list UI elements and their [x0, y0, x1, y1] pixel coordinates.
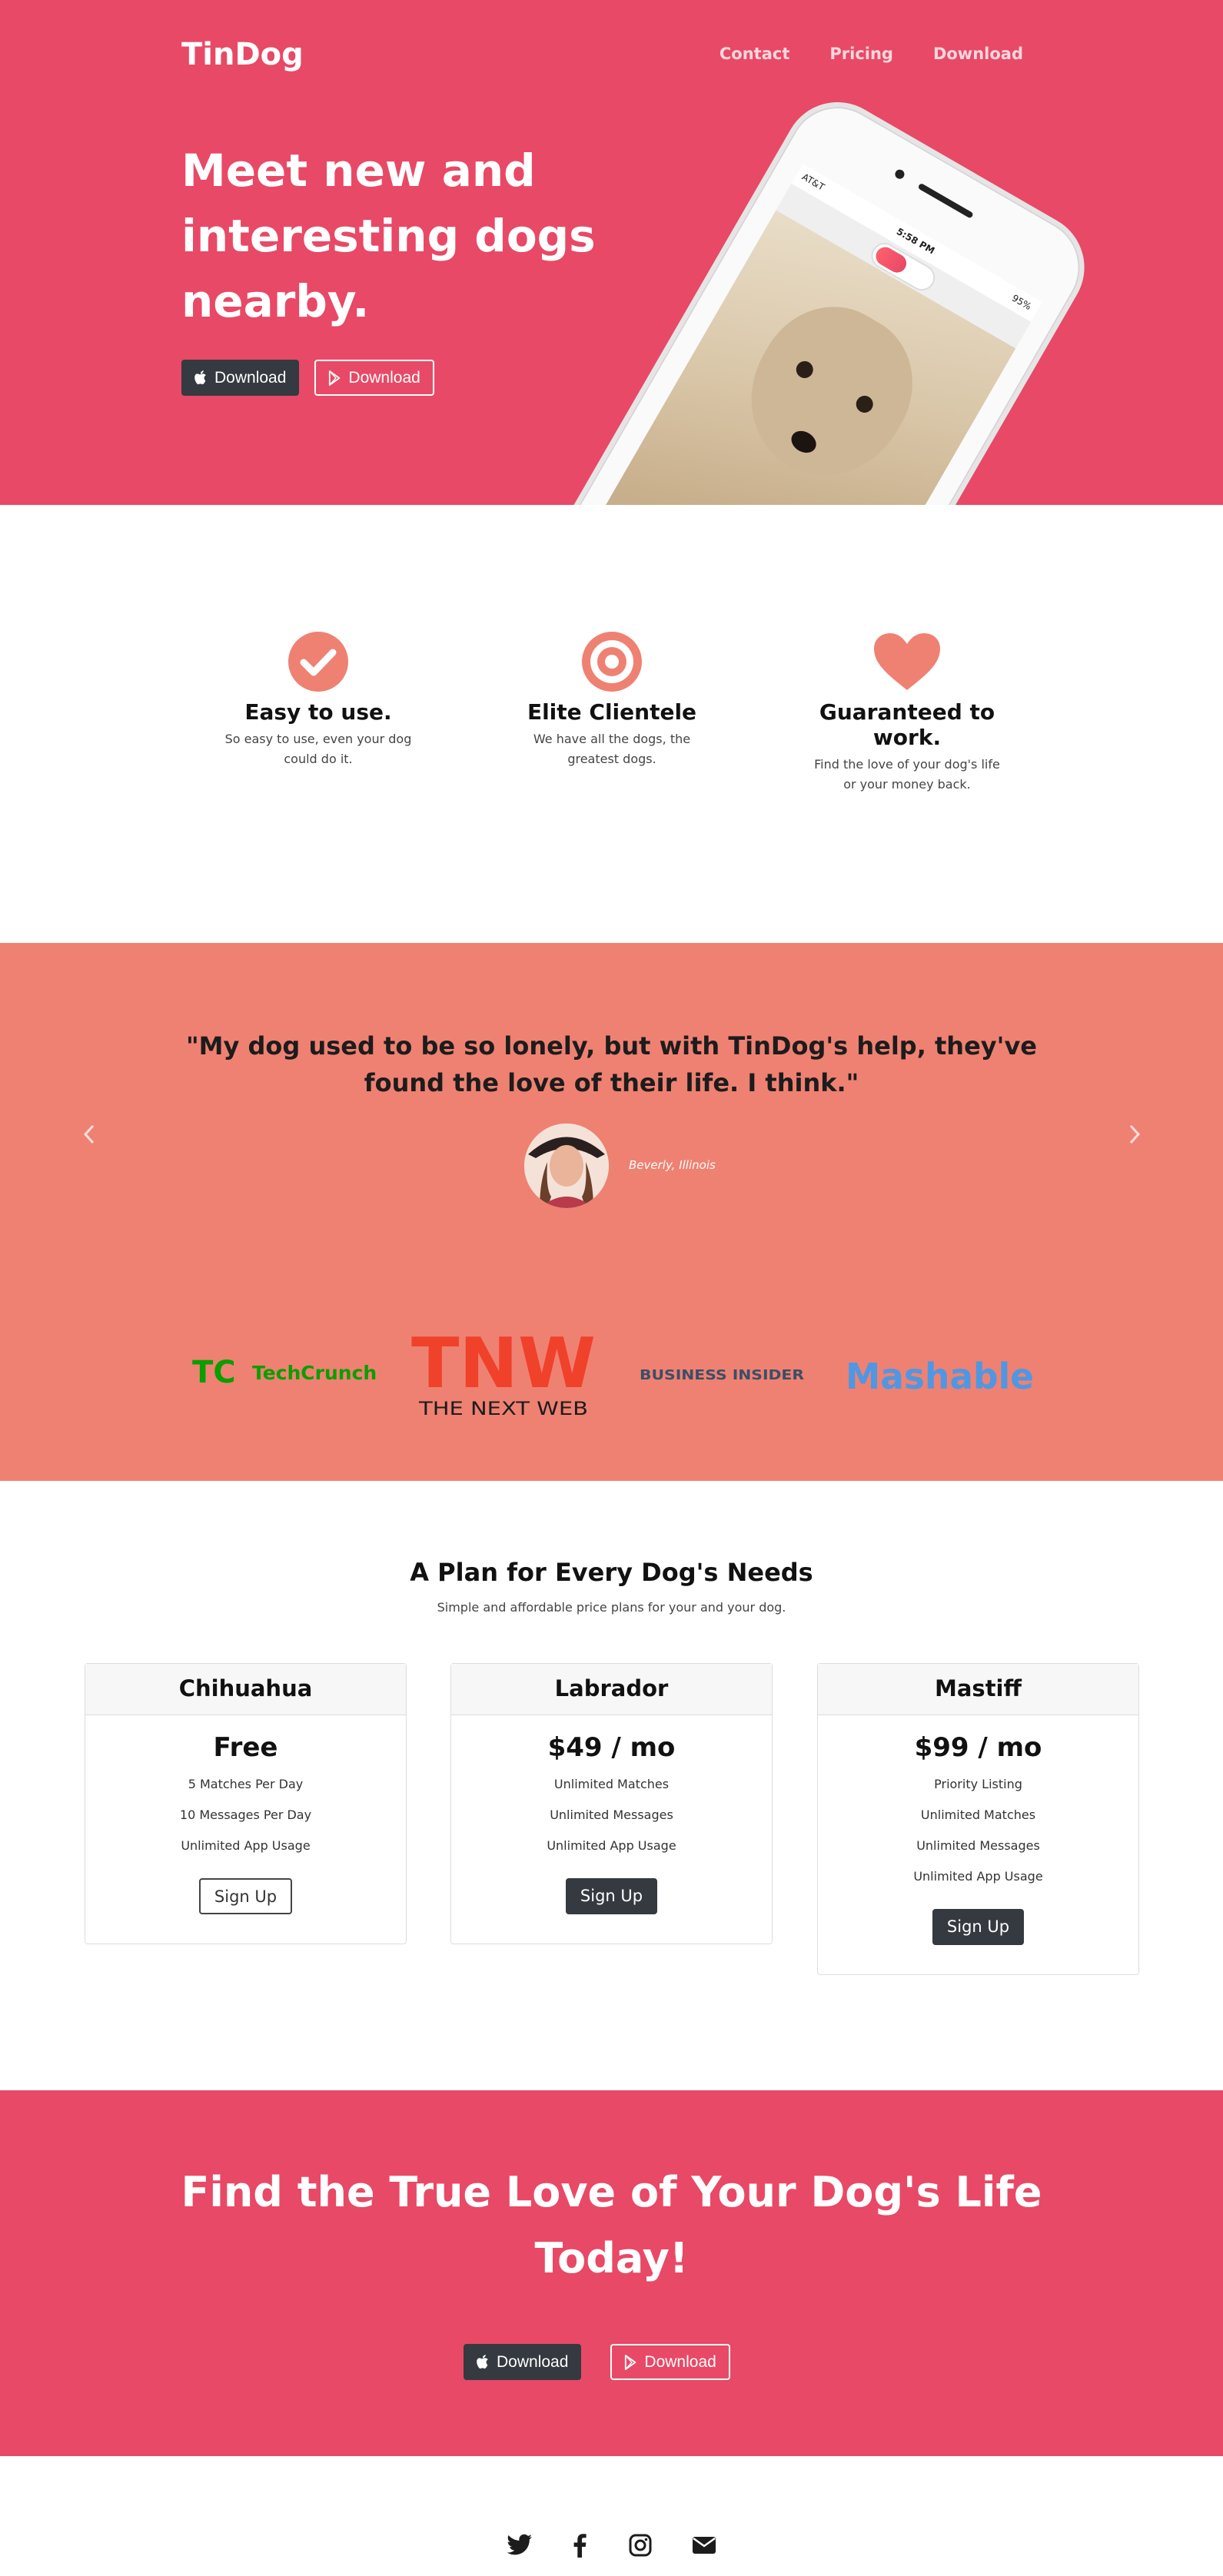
dog-head — [721, 281, 939, 505]
plan-price: $99 / mo — [914, 1732, 1042, 1763]
chevron-right-icon — [1129, 1124, 1141, 1144]
phone-camera — [893, 168, 906, 181]
apple-icon — [477, 2354, 488, 2369]
business-insider-logo: BUSINESS INSIDER — [638, 1329, 807, 1421]
plan-name: Chihuahua — [85, 1664, 406, 1715]
phone-speaker — [917, 182, 974, 219]
mashable-logo: Mashable — [846, 1329, 1034, 1421]
testimonial-section: "My dog used to be so lonely, but with T… — [0, 943, 1223, 1481]
tnw-sub-text: THE NEXT WEB — [418, 1398, 588, 1419]
cta-heading: Find the True Love of Your Dog's Life To… — [181, 2168, 1042, 2282]
google-play-download-button[interactable]: Download — [610, 2344, 730, 2380]
plan-feature: Unlimited Matches — [920, 1808, 1036, 1822]
apple-download-label: Download — [497, 2352, 569, 2371]
plan-feature: Unlimited App Usage — [913, 1869, 1043, 1884]
testimonial-avatar — [524, 1124, 609, 1208]
features-section: Easy to use. So easy to use, even your d… — [0, 505, 1223, 943]
techcrunch-text: TechCrunch — [252, 1362, 377, 1384]
instagram-icon[interactable] — [625, 2530, 656, 2561]
plan-feature: 10 Messages Per Day — [179, 1808, 312, 1822]
feature-guaranteed: Guaranteed to work. Find the love of you… — [792, 632, 1022, 795]
feature-title: Guaranteed to work. — [819, 699, 995, 750]
feature-easy-to-use: Easy to use. So easy to use, even your d… — [203, 632, 434, 769]
feature-elite-clientele: Elite Clientele We have all the dogs, th… — [497, 632, 727, 769]
plan-feature: Unlimited Messages — [916, 1838, 1040, 1853]
plan-feature: Unlimited Messages — [550, 1808, 673, 1822]
cta-section: Find the True Love of Your Dog's Life To… — [0, 2090, 1223, 2456]
phone-battery: 95% — [1009, 292, 1034, 313]
pricing-card-chihuahua: Chihuahua Free 5 Matches Per Day 10 Mess… — [85, 1663, 407, 1944]
plan-name: Labrador — [451, 1664, 772, 1715]
footer — [0, 2456, 1223, 2576]
tnw-logo: TNW THE NEXT WEB — [411, 1323, 596, 1421]
plan-feature: Unlimited App Usage — [547, 1838, 676, 1853]
twitter-icon[interactable] — [504, 2530, 535, 2561]
google-play-download-label: Download — [348, 368, 420, 387]
check-circle-icon — [288, 632, 348, 692]
sign-up-button-chihuahua[interactable]: Sign Up — [198, 1878, 293, 1914]
feature-text: Find the love of your dog's life or your… — [814, 757, 1000, 792]
carousel-prev-button[interactable] — [66, 1114, 112, 1160]
chevron-left-icon — [83, 1124, 95, 1144]
envelope-icon[interactable] — [689, 2530, 720, 2561]
hero-section: TinDog Contact Pricing Download Meet new… — [0, 0, 1223, 505]
hero-heading: Meet new and interesting dogs nearby. — [181, 144, 596, 327]
pricing-section: A Plan for Every Dog's Needs Simple and … — [0, 1481, 1223, 2090]
sign-up-button-labrador[interactable]: Sign Up — [565, 1878, 658, 1914]
plan-feature: Unlimited Matches — [553, 1777, 670, 1791]
nav-link-pricing[interactable]: Pricing — [829, 45, 893, 63]
plan-feature: Priority Listing — [934, 1777, 1022, 1791]
google-play-download-label: Download — [644, 2352, 716, 2371]
pricing-subtitle: Simple and affordable price plans for yo… — [437, 1600, 786, 1615]
plan-name: Mastiff — [818, 1664, 1138, 1715]
techcrunch-logo: TC TechCrunch — [192, 1329, 377, 1421]
heart-icon — [874, 633, 940, 690]
google-play-icon — [625, 2354, 636, 2370]
feature-text: We have all the dogs, the greatest dogs. — [533, 732, 691, 766]
brand-logo[interactable]: TinDog — [181, 37, 304, 72]
top-nav: Contact Pricing Download — [720, 45, 1023, 63]
phone-carrier: AT&T — [799, 171, 827, 193]
mashable-text: Mashable — [846, 1356, 1034, 1397]
apple-download-button[interactable]: Download — [464, 2344, 582, 2380]
cta-download-buttons: Download Download — [464, 2344, 730, 2380]
tnw-text: TNW — [411, 1329, 596, 1404]
testimonial-quote: "My dog used to be so lonely, but with T… — [186, 1031, 1037, 1097]
carousel-next-button[interactable] — [1112, 1114, 1158, 1160]
plan-feature: Unlimited App Usage — [181, 1838, 311, 1853]
techcrunch-tc-text: TC — [192, 1355, 236, 1390]
feature-text: So easy to use, even your dog could do i… — [224, 732, 412, 766]
business-insider-text: BUSINESS INSIDER — [640, 1367, 804, 1383]
plan-price: $49 / mo — [547, 1732, 676, 1763]
nav-link-download[interactable]: Download — [933, 45, 1023, 63]
plan-price: Free — [213, 1732, 278, 1763]
pricing-card-labrador: Labrador $49 / mo Unlimited Matches Unli… — [450, 1663, 773, 1944]
feature-title: Easy to use. — [244, 699, 392, 725]
nav-link-contact[interactable]: Contact — [720, 45, 790, 63]
google-play-icon — [329, 370, 341, 386]
apple-icon — [194, 370, 206, 384]
hero-download-buttons: Download Download — [181, 360, 434, 396]
facebook-icon[interactable] — [564, 2530, 595, 2561]
pricing-card-mastiff: Mastiff $99 / mo Priority Listing Unlimi… — [817, 1663, 1139, 1975]
sign-up-button-mastiff[interactable]: Sign Up — [932, 1909, 1025, 1945]
testimonial-author: Beverly, Illinois — [629, 1158, 716, 1172]
plan-feature: 5 Matches Per Day — [188, 1777, 304, 1791]
pricing-title: A Plan for Every Dog's Needs — [410, 1558, 813, 1587]
apple-download-label: Download — [214, 368, 287, 387]
feature-title: Elite Clientele — [527, 699, 697, 725]
apple-download-button[interactable]: Download — [181, 360, 300, 396]
google-play-download-button[interactable]: Download — [314, 360, 434, 396]
bullseye-icon — [582, 632, 642, 692]
